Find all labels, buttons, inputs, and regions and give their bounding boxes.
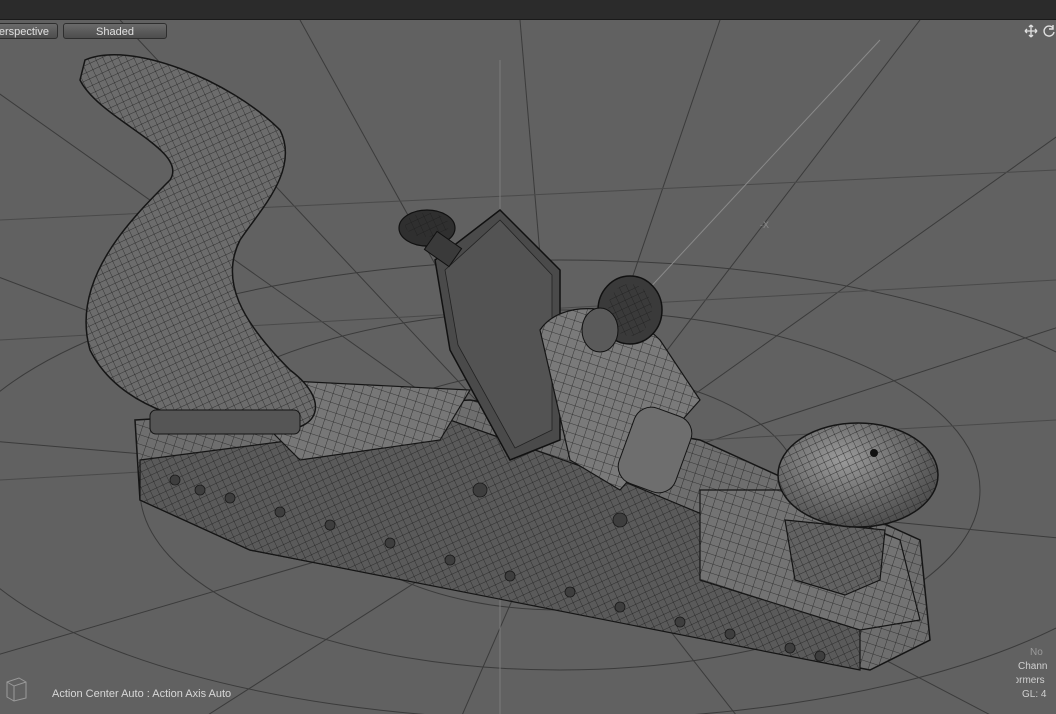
hand-plane-model[interactable] (79, 53, 939, 671)
info-line: Chann (1018, 661, 1048, 672)
move-view-icon[interactable] (1024, 24, 1038, 38)
info-line: No (1030, 647, 1043, 658)
rotate-view-icon[interactable] (1042, 24, 1056, 38)
viewport-canvas[interactable] (0, 20, 1056, 714)
axis-marker-label: -X (760, 220, 769, 230)
action-center-status: Action Center Auto : Action Axis Auto (52, 688, 232, 700)
top-toolbar (0, 0, 1056, 20)
view-navigation-controls (1024, 24, 1056, 40)
info-line: Deformers (1016, 675, 1045, 686)
shading-mode-button[interactable]: Shaded (63, 23, 167, 39)
info-line: GL: 4 (1022, 689, 1047, 700)
3d-viewport[interactable]: erspective Shaded -X Action Center Auto … (0, 20, 1056, 714)
view-cube-icon[interactable] (4, 674, 28, 702)
viewport-info-overlay: No Chann Deformers GL: 4 (1016, 646, 1056, 702)
projection-button[interactable]: erspective (0, 23, 58, 39)
